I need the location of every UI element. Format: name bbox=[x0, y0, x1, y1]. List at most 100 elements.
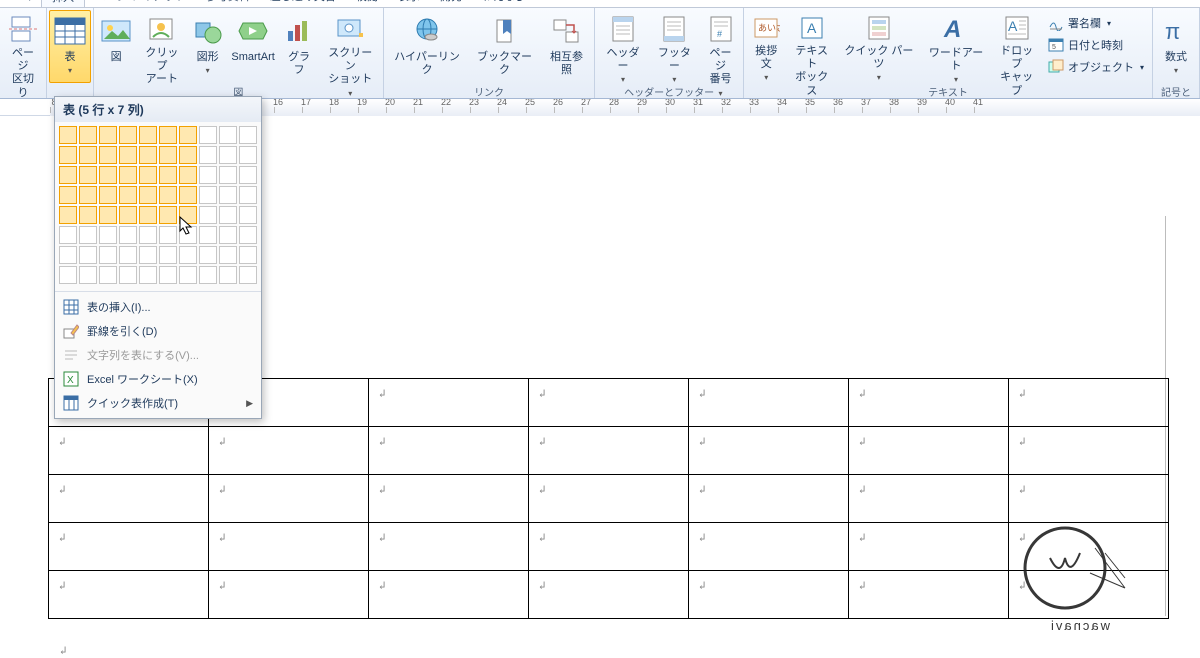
table-cell[interactable]: ↲ bbox=[689, 523, 849, 571]
screenshot-button[interactable]: スクリーン ショット ▾ bbox=[320, 10, 381, 83]
table-button[interactable]: 表 ▾ bbox=[49, 10, 91, 83]
table-cell[interactable]: ↲ bbox=[209, 475, 369, 523]
grid-cell[interactable] bbox=[99, 246, 117, 264]
table-cell[interactable]: ↲ bbox=[369, 475, 529, 523]
table-cell[interactable]: ↲ bbox=[529, 523, 689, 571]
table-cell[interactable]: ↲ bbox=[529, 571, 689, 619]
header-button[interactable]: ヘッダー▾ bbox=[597, 10, 648, 83]
grid-cell[interactable] bbox=[99, 226, 117, 244]
grid-cell[interactable] bbox=[239, 166, 257, 184]
grid-cell[interactable] bbox=[59, 266, 77, 284]
tab-view[interactable]: 表示 bbox=[388, 0, 430, 8]
grid-cell[interactable] bbox=[99, 186, 117, 204]
equation-button[interactable]: π 数式▾ bbox=[1155, 10, 1197, 83]
grid-cell[interactable] bbox=[159, 126, 177, 144]
grid-cell[interactable] bbox=[119, 226, 137, 244]
table-cell[interactable]: ↲ bbox=[689, 571, 849, 619]
tab-review[interactable]: 校閲 bbox=[346, 0, 388, 8]
grid-cell[interactable] bbox=[79, 186, 97, 204]
grid-cell[interactable] bbox=[219, 166, 237, 184]
hyperlink-button[interactable]: ハイパーリンク bbox=[386, 10, 468, 83]
chart-button[interactable]: グラフ bbox=[279, 10, 320, 83]
insert-table-menu[interactable]: 表の挿入(I)... bbox=[55, 295, 261, 319]
grid-cell[interactable] bbox=[179, 246, 197, 264]
grid-cell[interactable] bbox=[59, 226, 77, 244]
table-cell[interactable]: ↲ bbox=[529, 475, 689, 523]
grid-cell[interactable] bbox=[139, 226, 157, 244]
quick-tables-menu[interactable]: クイック表作成(T) ▶ bbox=[55, 391, 261, 415]
clipart-button[interactable]: クリップ アート bbox=[136, 10, 187, 83]
table-cell[interactable]: ↲ bbox=[529, 427, 689, 475]
table-cell[interactable]: ↲ bbox=[369, 571, 529, 619]
grid-cell[interactable] bbox=[199, 246, 217, 264]
grid-cell[interactable] bbox=[199, 266, 217, 284]
grid-cell[interactable] bbox=[159, 206, 177, 224]
grid-cell[interactable] bbox=[219, 186, 237, 204]
table-cell[interactable]: ↲ bbox=[1009, 475, 1169, 523]
grid-cell[interactable] bbox=[219, 126, 237, 144]
bookmark-button[interactable]: ブックマーク bbox=[468, 10, 540, 83]
table-cell[interactable]: ↲ bbox=[1009, 427, 1169, 475]
draw-table-menu[interactable]: 罫線を引く(D) bbox=[55, 319, 261, 343]
grid-cell[interactable] bbox=[199, 146, 217, 164]
grid-cell[interactable] bbox=[79, 126, 97, 144]
grid-cell[interactable] bbox=[219, 146, 237, 164]
grid-cell[interactable] bbox=[159, 246, 177, 264]
grid-cell[interactable] bbox=[79, 166, 97, 184]
table-grid-picker[interactable] bbox=[55, 122, 261, 291]
grid-cell[interactable] bbox=[59, 126, 77, 144]
grid-cell[interactable] bbox=[239, 246, 257, 264]
grid-cell[interactable] bbox=[139, 186, 157, 204]
tab-home[interactable]: ム bbox=[10, 0, 41, 8]
grid-cell[interactable] bbox=[79, 146, 97, 164]
grid-cell[interactable] bbox=[119, 206, 137, 224]
grid-cell[interactable] bbox=[179, 146, 197, 164]
grid-cell[interactable] bbox=[159, 146, 177, 164]
smartart-button[interactable]: SmartArt bbox=[228, 10, 279, 83]
table-cell[interactable]: ↲ bbox=[849, 427, 1009, 475]
table-cell[interactable]: ↲ bbox=[369, 427, 529, 475]
grid-cell[interactable] bbox=[59, 146, 77, 164]
table-cell[interactable]: ↲ bbox=[49, 523, 209, 571]
grid-cell[interactable] bbox=[139, 146, 157, 164]
table-cell[interactable]: ↲ bbox=[49, 571, 209, 619]
table-cell[interactable]: ↲ bbox=[49, 475, 209, 523]
table-cell[interactable]: ↲ bbox=[849, 523, 1009, 571]
grid-cell[interactable] bbox=[79, 246, 97, 264]
grid-cell[interactable] bbox=[179, 266, 197, 284]
table-cell[interactable]: ↲ bbox=[689, 427, 849, 475]
tab-references[interactable]: 参考資料 bbox=[196, 0, 260, 8]
grid-cell[interactable] bbox=[139, 206, 157, 224]
grid-cell[interactable] bbox=[139, 266, 157, 284]
grid-cell[interactable] bbox=[119, 146, 137, 164]
grid-cell[interactable] bbox=[99, 206, 117, 224]
grid-cell[interactable] bbox=[199, 226, 217, 244]
dropcap-button[interactable]: A ドロップ キャップ▾ bbox=[991, 10, 1042, 83]
grid-cell[interactable] bbox=[79, 206, 97, 224]
grid-cell[interactable] bbox=[159, 266, 177, 284]
grid-cell[interactable] bbox=[179, 226, 197, 244]
grid-cell[interactable] bbox=[179, 186, 197, 204]
table-cell[interactable]: ↲ bbox=[1009, 379, 1169, 427]
grid-cell[interactable] bbox=[199, 206, 217, 224]
picture-button[interactable]: 図 bbox=[96, 10, 136, 83]
page-break-button[interactable]: ページ 区切り bbox=[2, 10, 44, 83]
object-button[interactable]: オブジェクト▾ bbox=[1044, 56, 1148, 78]
grid-cell[interactable] bbox=[219, 266, 237, 284]
grid-cell[interactable] bbox=[59, 186, 77, 204]
grid-cell[interactable] bbox=[59, 166, 77, 184]
tab-page-layout[interactable]: ページ レイアウト bbox=[85, 0, 196, 8]
grid-cell[interactable] bbox=[239, 146, 257, 164]
greeting-button[interactable]: あいさつ 挨拶文▾ bbox=[746, 10, 787, 83]
grid-cell[interactable] bbox=[59, 206, 77, 224]
table-cell[interactable]: ↲ bbox=[209, 427, 369, 475]
grid-cell[interactable] bbox=[59, 246, 77, 264]
grid-cell[interactable] bbox=[199, 166, 217, 184]
grid-cell[interactable] bbox=[99, 166, 117, 184]
grid-cell[interactable] bbox=[179, 206, 197, 224]
grid-cell[interactable] bbox=[219, 226, 237, 244]
quickparts-button[interactable]: クイック パーツ▾ bbox=[837, 10, 921, 83]
grid-cell[interactable] bbox=[199, 126, 217, 144]
tab-waenabi[interactable]: わえなび bbox=[472, 0, 536, 8]
grid-cell[interactable] bbox=[239, 206, 257, 224]
